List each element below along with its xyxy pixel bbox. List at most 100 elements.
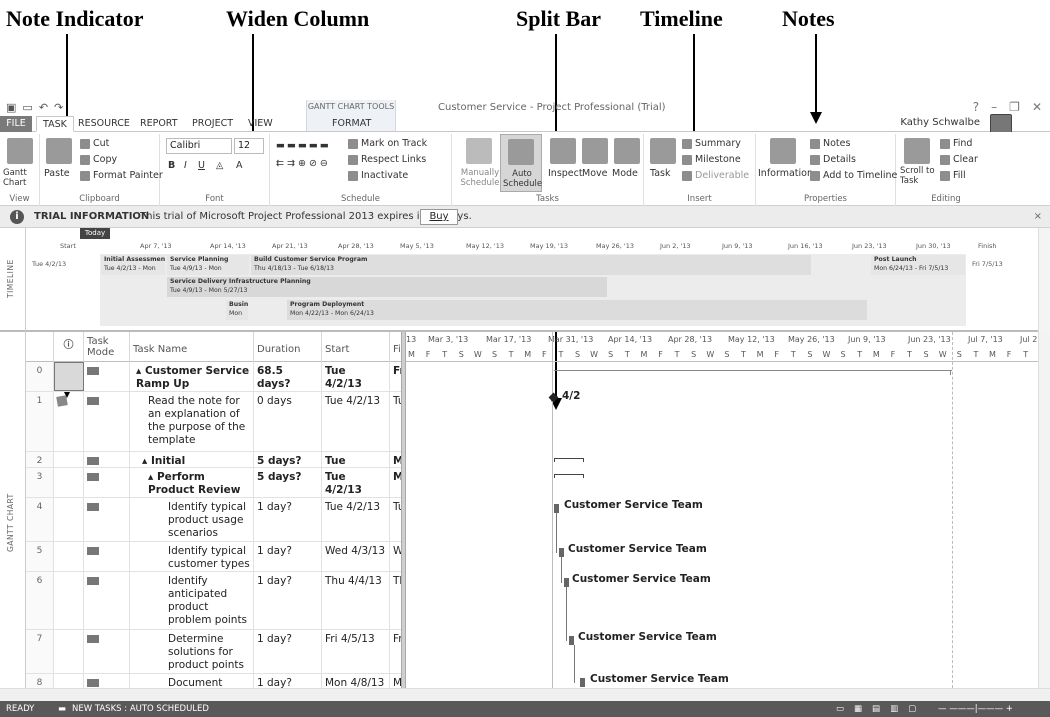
summary-bar[interactable] — [554, 474, 584, 478]
task-mode-cell[interactable] — [84, 452, 130, 467]
milestone-button[interactable]: Milestone — [682, 154, 741, 165]
task-name-cell[interactable]: Determine solutions for product points — [130, 630, 254, 673]
cut-button[interactable]: Cut — [80, 138, 109, 149]
close-icon[interactable]: ✕ — [1032, 100, 1042, 114]
task-bar[interactable] — [580, 678, 585, 687]
row-number[interactable]: 3 — [26, 468, 54, 497]
task-bar[interactable] — [559, 548, 564, 557]
table-row[interactable]: 2 ▴ Initial Assessment 5 days? Tue 4/2/1… — [26, 452, 401, 468]
duration-cell[interactable]: 0 days — [254, 392, 322, 451]
timeline-scrollbar[interactable] — [1038, 228, 1050, 332]
start-cell[interactable]: Tue 4/2/13 — [322, 362, 390, 391]
italic-button[interactable]: I — [184, 160, 187, 171]
start-cell[interactable]: Thu 4/4/13 — [322, 572, 390, 629]
task-name-cell[interactable]: ▴ Initial Assessment — [130, 452, 254, 467]
timeline-bar[interactable]: Initial Assessment Tue 4/2/13 - Mon — [101, 255, 165, 275]
restore-icon[interactable]: ❐ — [1009, 100, 1020, 114]
task-name-cell[interactable]: Document — [130, 674, 254, 688]
copy-button[interactable]: Copy — [80, 154, 117, 165]
mode-icon[interactable] — [614, 138, 640, 164]
scroll-to-task-button[interactable]: Scroll to Task — [900, 166, 936, 186]
tab-project[interactable]: PROJECT — [186, 116, 239, 132]
start-cell[interactable]: Wed 4/3/13 — [322, 542, 390, 571]
percent-complete-buttons[interactable]: ▬▬▬▬▬ — [276, 140, 331, 151]
status-new-tasks[interactable]: NEW TASKS : AUTO SCHEDULED — [72, 701, 209, 717]
gantt-chart-button[interactable]: Gantt Chart — [3, 168, 37, 188]
inactivate-button[interactable]: Inactivate — [348, 170, 408, 181]
fill-button[interactable]: Fill — [940, 170, 966, 181]
header-finish[interactable]: Fir — [390, 332, 401, 362]
move-icon[interactable] — [582, 138, 608, 164]
duration-cell[interactable]: 1 day? — [254, 630, 322, 673]
row-number[interactable]: 6 — [26, 572, 54, 629]
table-row[interactable]: 4 Identify typical product usage scenari… — [26, 498, 401, 542]
timeline-bar[interactable]: Service Planning Tue 4/9/13 - Mon — [167, 255, 249, 275]
task-mode-cell[interactable] — [84, 674, 130, 688]
insert-task-icon[interactable] — [650, 138, 676, 164]
finish-cell[interactable]: Fri — [390, 630, 401, 673]
tab-task[interactable]: TASK — [36, 116, 74, 132]
table-row[interactable]: 1 Read the note for an explanation of th… — [26, 392, 401, 452]
header-indicators-icon[interactable]: ⓘ — [54, 332, 84, 362]
header-row-number[interactable] — [26, 332, 54, 362]
view-shortcut-icons[interactable]: ▭▦▤▥▢ — [836, 701, 926, 717]
inspect-button[interactable]: Inspect — [548, 168, 583, 179]
row-number[interactable]: 8 — [26, 674, 54, 688]
finish-cell[interactable]: Th — [390, 572, 401, 629]
row-number[interactable]: 1 — [26, 392, 54, 451]
start-cell[interactable]: Tue 4/2/13 — [322, 468, 390, 497]
tab-format[interactable]: FORMAT — [326, 116, 377, 132]
gantt-chart-icon[interactable] — [7, 138, 33, 164]
task-mode-cell[interactable] — [84, 630, 130, 673]
duration-cell[interactable]: 1 day? — [254, 498, 322, 541]
move-button[interactable]: Move — [582, 168, 607, 179]
start-cell[interactable]: Tue 4/2/13 — [322, 392, 390, 451]
clear-button[interactable]: Clear — [940, 154, 978, 165]
bold-button[interactable]: B — [168, 160, 175, 171]
task-mode-cell[interactable] — [84, 542, 130, 571]
start-cell[interactable]: Fri 4/5/13 — [322, 630, 390, 673]
finish-cell[interactable]: Fri — [390, 362, 401, 391]
table-row[interactable]: 6 Identify anticipated product problem p… — [26, 572, 401, 630]
table-row[interactable]: 3 ▴ Perform Product Review 5 days? Tue 4… — [26, 468, 401, 498]
indicator-cell[interactable] — [54, 572, 84, 629]
task-name-cell[interactable]: ▴ Customer Service Ramp Up — [130, 362, 254, 391]
timeline-bar[interactable]: Build Customer Service Program Thu 4/18/1… — [251, 255, 811, 275]
task-mode-cell[interactable] — [84, 362, 130, 391]
indicator-cell[interactable] — [54, 542, 84, 571]
note-indicator-icon[interactable] — [56, 395, 68, 407]
duration-cell[interactable]: 5 days? — [254, 452, 322, 467]
timeline-bar[interactable]: Program Deployment Mon 4/22/13 - Mon 6/24… — [287, 300, 867, 320]
font-color-icon[interactable]: A — [236, 160, 243, 171]
pin-icon[interactable] — [466, 138, 492, 164]
timeline-view[interactable]: TIMELINE Today Start Tue 4/2/13 Apr 7, '… — [0, 228, 1050, 332]
information-button[interactable]: Information — [758, 168, 813, 179]
duration-cell[interactable]: 68.5 days? — [254, 362, 322, 391]
task-name-cell[interactable]: Read the note for an explanation of the … — [130, 392, 254, 451]
respect-links-button[interactable]: Respect Links — [348, 154, 426, 165]
scroll-to-task-icon[interactable] — [904, 138, 930, 164]
start-cell[interactable]: Tue 4/2/13 — [322, 452, 390, 467]
row-number[interactable]: 2 — [26, 452, 54, 467]
finish-cell[interactable]: We — [390, 542, 401, 571]
indicator-cell[interactable] — [54, 362, 84, 391]
task-mode-cell[interactable] — [84, 468, 130, 497]
finish-cell[interactable]: Mc — [390, 452, 401, 467]
indicator-cell[interactable] — [54, 392, 84, 451]
table-row[interactable]: 0 ▴ Customer Service Ramp Up 68.5 days? … — [26, 362, 401, 392]
table-row[interactable]: 5 Identify typical customer types 1 day?… — [26, 542, 401, 572]
milestone-diamond[interactable] — [548, 392, 559, 403]
task-mode-cell[interactable] — [84, 392, 130, 451]
table-row[interactable]: 7 Determine solutions for product points… — [26, 630, 401, 674]
header-start[interactable]: Start — [322, 332, 390, 362]
insert-task-button[interactable]: Task — [650, 168, 671, 179]
finish-cell[interactable]: Mc — [390, 674, 401, 688]
indicator-cell[interactable] — [54, 498, 84, 541]
close-icon[interactable]: × — [1034, 206, 1042, 228]
horizontal-scrollbar[interactable] — [0, 688, 1050, 701]
notes-button[interactable]: Notes — [810, 138, 850, 149]
task-bar[interactable] — [554, 504, 559, 513]
summary-bar[interactable] — [554, 370, 952, 371]
tab-report[interactable]: REPORT — [134, 116, 184, 132]
fill-color-icon[interactable]: ◬ — [216, 160, 223, 171]
